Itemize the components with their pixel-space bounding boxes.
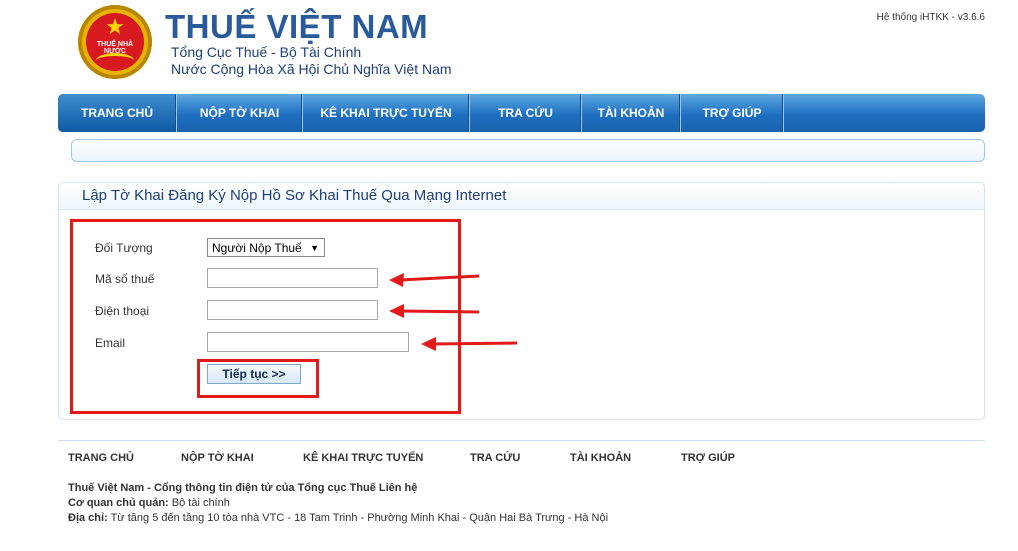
- footer-nav-nop-to-khai[interactable]: NỘP TỜ KHAI: [181, 452, 254, 464]
- footer-line-1: Thuế Việt Nam - Cổng thông tin điện tử c…: [68, 482, 418, 494]
- footer-nav-trang-chu[interactable]: TRANG CHỦ: [68, 452, 134, 464]
- footer-line-2: Cơ quan chủ quản: Bộ tài chính: [68, 497, 230, 509]
- footer-agency-value: Bộ tài chính: [168, 497, 230, 509]
- footer-nav-tro-giup[interactable]: TRỢ GIÚP: [681, 452, 735, 464]
- footer-nav-tai-khoan[interactable]: TÀI KHOẢN: [570, 452, 631, 464]
- footer-address-label: Địa chỉ:: [68, 512, 108, 524]
- arrow-icon-email: [421, 337, 518, 351]
- footer-divider: [58, 440, 985, 441]
- footer-nav-tra-cuu[interactable]: TRA CỨU: [470, 452, 520, 464]
- footer-nav-ke-khai-truc-tuyen[interactable]: KÊ KHAI TRỰC TUYẾN: [303, 452, 423, 464]
- annotation-arrows: [389, 273, 518, 351]
- footer-line-3: Địa chỉ: Từ tầng 5 đến tầng 10 tòa nhà V…: [68, 512, 608, 524]
- footer-address-value: Từ tầng 5 đến tầng 10 tòa nhà VTC - 18 T…: [107, 512, 609, 524]
- arrow-icon-mst: [389, 273, 480, 287]
- footer-agency-label: Cơ quan chủ quản:: [68, 497, 169, 509]
- arrow-icon-phone: [389, 304, 480, 318]
